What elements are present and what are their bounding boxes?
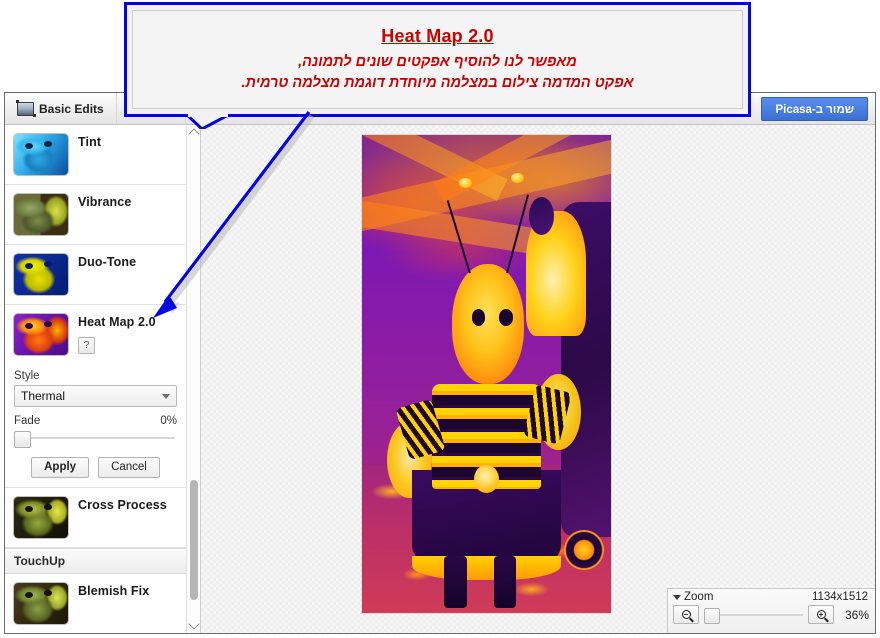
sidebar-scrollbar[interactable] [186,125,200,633]
tab-basic-edits[interactable]: Basic Edits [5,93,117,125]
frog-thumb-duotone [13,253,69,296]
callout-line-1: מאפשר לנו להוסיף אפקטים שונים לתמונה, [298,52,577,73]
frog-thumb-heatmap [13,313,69,356]
image-canvas[interactable]: Zoom 1134x1512 − + 36% [201,125,875,633]
image-frame-icon [17,102,34,116]
magnifier-plus-icon: + [817,610,826,619]
zoom-in-button[interactable]: + [808,605,834,624]
zoom-percent: 36% [839,608,869,622]
frog-thumb-tint [13,133,69,176]
section-header-touchup: TouchUp [5,548,186,574]
scroll-down-icon[interactable] [187,618,201,633]
frog-thumb-blemishfix [13,582,69,625]
effect-item-duotone[interactable]: Duo-Tone [5,245,186,305]
frog-thumb-vibrance [13,193,69,236]
callout-line-2: אפקט המדמה צילום במצלמה מיוחדת דוגמת מצל… [241,73,633,94]
picnik-app-window: Basic Edits Effe שמור ב-Picasa Tint Vibr… [4,92,876,634]
effect-label-vibrance: Vibrance [78,193,131,211]
triangle-collapse-icon[interactable] [673,595,681,600]
callout-tail [186,114,230,129]
effect-item-tint[interactable]: Tint [5,125,186,185]
effect-label-tint: Tint [78,133,101,151]
effect-item-crossprocess[interactable]: Cross Process [5,488,186,548]
effect-item-heatmap[interactable]: Heat Map 2.0 ? [5,305,186,364]
fade-slider[interactable] [14,430,177,446]
edited-photo[interactable] [362,135,611,613]
fade-label: Fade [14,415,40,427]
zoom-panel-header: Zoom 1134x1512 [668,589,875,603]
zoom-title: Zoom [684,591,713,603]
effects-sidebar: Tint Vibrance Duo-Tone Heat Map 2 [5,125,201,633]
zoom-out-button[interactable]: − [673,605,699,624]
chevron-down-icon [162,394,170,399]
effects-list: Tint Vibrance Duo-Tone Heat Map 2 [5,125,186,633]
style-select-value: Thermal [21,389,65,403]
annotation-callout-inner: Heat Map 2.0 מאפשר לנו להוסיף אפקטים שונ… [132,10,743,109]
apply-button[interactable]: Apply [31,457,89,478]
heatmap-controls: Style Thermal Fade 0% Apply Cancel [5,364,186,488]
fade-slider-knob[interactable] [14,431,31,448]
fade-value: 0% [160,415,177,427]
effect-label-duotone: Duo-Tone [78,253,136,271]
tab-basic-edits-label: Basic Edits [39,102,104,116]
effect-label-crossprocess: Cross Process [78,496,167,514]
fade-header: Fade 0% [14,415,177,427]
zoom-slider-knob[interactable] [704,608,720,624]
magnifier-minus-icon: − [682,610,691,619]
zoom-controls-row: − + 36% [668,603,875,624]
zoom-slider[interactable] [704,606,803,624]
annotation-callout: Heat Map 2.0 מאפשר לנו להוסיף אפקטים שונ… [124,2,751,117]
frog-thumb-crossprocess [13,496,69,539]
fade-slider-track [16,437,175,439]
cancel-button[interactable]: Cancel [98,457,160,478]
controls-button-row: Apply Cancel [14,457,177,478]
callout-title: Heat Map 2.0 [381,26,493,47]
save-to-picasa-button[interactable]: שמור ב-Picasa [761,97,868,121]
zoom-panel: Zoom 1134x1512 − + 36% [667,588,875,633]
scrollbar-thumb[interactable] [190,480,198,600]
help-button[interactable]: ? [78,337,95,354]
effect-label-blemishfix: Blemish Fix [78,582,149,600]
style-label: Style [14,370,177,382]
effect-item-blemishfix[interactable]: Blemish Fix [5,574,186,633]
style-select[interactable]: Thermal [14,385,177,407]
image-dimensions: 1134x1512 [812,591,868,603]
effect-item-vibrance[interactable]: Vibrance [5,185,186,245]
effect-label-heatmap: Heat Map 2.0 [78,313,156,331]
